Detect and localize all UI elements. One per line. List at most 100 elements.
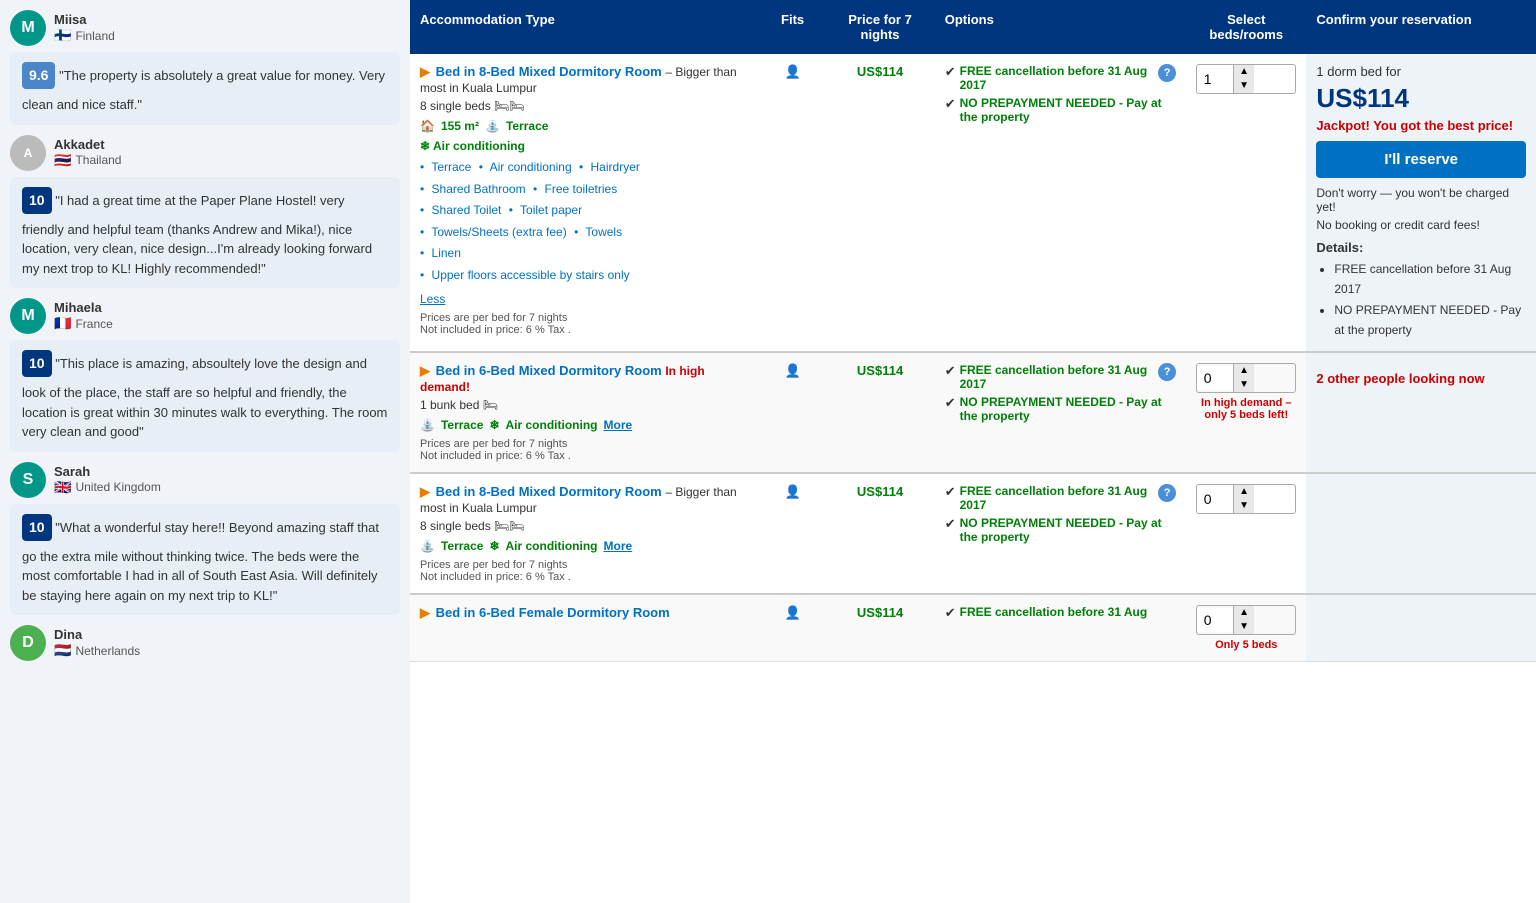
expand-arrow-icon-3[interactable]: ▶	[420, 484, 430, 499]
terrace-label-2: Terrace	[441, 418, 483, 432]
avatar-akkadet: A	[10, 135, 46, 171]
confirm-dorm-text: 1 dorm bed for	[1316, 64, 1526, 79]
qty-up-3[interactable]: ▲	[1234, 485, 1254, 499]
room-title-4: ▶ Bed in 6-Bed Female Dormitory Room	[420, 605, 750, 621]
flag-miisa: 🇫🇮	[54, 27, 71, 44]
price-cell-3: US$114	[825, 473, 934, 594]
check-icon-1-1: ✔	[945, 64, 956, 80]
select-cell-4: ▲ ▼ Only 5 beds	[1186, 594, 1306, 662]
expand-arrow-icon-4[interactable]: ▶	[420, 605, 430, 620]
aircon-icon-3: ❄	[489, 539, 499, 553]
fits-cell-4: 👤	[760, 594, 826, 662]
header-fits: Fits	[760, 0, 826, 54]
options-cell-1: ✔ FREE cancellation before 31 Aug 2017 ?…	[935, 54, 1186, 352]
terrace-label-1: Terrace	[506, 119, 548, 133]
help-icon-3-1[interactable]: ?	[1158, 484, 1176, 502]
reviewer-block-5: D Dina 🇳🇱 Netherlands	[10, 625, 400, 661]
qty-input-1[interactable]	[1197, 67, 1233, 91]
options-cell-4: ✔ FREE cancellation before 31 Aug	[935, 594, 1186, 662]
more-link-3[interactable]: More	[604, 539, 633, 553]
help-icon-2-1[interactable]: ?	[1158, 363, 1176, 381]
person-icon-1: 👤	[785, 64, 801, 79]
qty-area-1[interactable]: ▲ ▼	[1196, 64, 1296, 94]
tax-note-1: Not included in price: 6 % Tax .	[420, 324, 750, 336]
fits-cell-1: 👤	[760, 54, 826, 352]
tax-note-2: Not included in price: 6 % Tax .	[420, 450, 750, 462]
price-cell-1: US$114	[825, 54, 934, 352]
confirm-cell-3	[1306, 473, 1536, 594]
qty-input-4[interactable]	[1197, 608, 1233, 632]
room-beds-3: 8 single beds 🛏🛏	[420, 519, 750, 533]
flag-mihaela: 🇫🇷	[54, 315, 71, 332]
expand-arrow-icon-2[interactable]: ▶	[420, 363, 430, 378]
qty-area-3[interactable]: ▲ ▼	[1196, 484, 1296, 514]
qty-up-2[interactable]: ▲	[1234, 364, 1254, 378]
no-charge-text: Don't worry — you won't be charged yet!	[1316, 186, 1526, 214]
qty-down-1[interactable]: ▼	[1234, 79, 1254, 93]
qty-area-4[interactable]: ▲ ▼	[1196, 605, 1296, 635]
room-type-cell-4: ▶ Bed in 6-Bed Female Dormitory Room	[410, 594, 760, 662]
reviewer-name-sarah: Sarah	[54, 464, 161, 479]
terrace-icon-3: ⛲	[420, 539, 435, 553]
options-cell-3: ✔ FREE cancellation before 31 Aug 2017 ?…	[935, 473, 1186, 594]
qty-up-1[interactable]: ▲	[1234, 65, 1254, 79]
expand-arrow-icon-1[interactable]: ▶	[420, 64, 430, 79]
reserve-button[interactable]: I'll reserve	[1316, 141, 1526, 178]
score-badge-akkadet: 10	[22, 187, 52, 214]
room-link-2[interactable]: Bed in 6-Bed Mixed Dormitory Room	[436, 363, 662, 378]
check-icon-3-2: ✔	[945, 516, 956, 532]
select-cell-2: ▲ ▼ In high demand – only 5 beds left!	[1186, 352, 1306, 473]
aircon-icon-2: ❄	[489, 418, 499, 432]
room-link-1[interactable]: Bed in 8-Bed Mixed Dormitory Room	[436, 64, 662, 79]
room-title-1: ▶ Bed in 8-Bed Mixed Dormitory Room – Bi…	[420, 64, 750, 95]
room-type-cell-1: ▶ Bed in 8-Bed Mixed Dormitory Room – Bi…	[410, 54, 760, 352]
review-card-sarah: 10 "What a wonderful stay here!! Beyond …	[10, 504, 400, 616]
person-icon-2: 👤	[785, 363, 801, 378]
reviewer-block-3: M Mihaela 🇫🇷 France 10 "This place is am…	[10, 298, 400, 452]
qty-down-2[interactable]: ▼	[1234, 378, 1254, 392]
reviewer-country-dina: 🇳🇱 Netherlands	[54, 642, 140, 659]
room-meta-2: ⛲ Terrace ❄ Air conditioning More	[420, 418, 750, 432]
qty-down-3[interactable]: ▼	[1234, 499, 1254, 513]
main-content: Accommodation Type Fits Price for 7 nigh…	[410, 0, 1536, 903]
reviewer-block-2: A Akkadet 🇹🇭 Thailand 10 "I had a great …	[10, 135, 400, 289]
check-icon-4-1: ✔	[945, 605, 956, 621]
option-1-2: ✔ NO PREPAYMENT NEEDED - Pay at the prop…	[945, 96, 1176, 124]
review-text-sarah: "What a wonderful stay here!! Beyond ama…	[22, 520, 379, 603]
review-card-akkadet: 10 "I had a great time at the Paper Plan…	[10, 177, 400, 289]
help-icon-1-1[interactable]: ?	[1158, 64, 1176, 82]
room-link-3[interactable]: Bed in 8-Bed Mixed Dormitory Room	[436, 484, 662, 499]
qty-down-4[interactable]: ▼	[1234, 620, 1254, 634]
table-row: ▶ Bed in 8-Bed Mixed Dormitory Room – Bi…	[410, 473, 1536, 594]
reviewer-name-mihaela: Mihaela	[54, 300, 113, 315]
confirm-price: US$114	[1316, 83, 1526, 114]
booking-table: Accommodation Type Fits Price for 7 nigh…	[410, 0, 1536, 662]
reviewer-name-akkadet: Akkadet	[54, 137, 121, 152]
qty-input-2[interactable]	[1197, 366, 1233, 390]
qty-area-2[interactable]: ▲ ▼	[1196, 363, 1296, 393]
more-link-2[interactable]: More	[604, 418, 633, 432]
review-text-mihaela: "This place is amazing, absoultely love …	[22, 356, 387, 439]
qty-up-4[interactable]: ▲	[1234, 606, 1254, 620]
qty-arrows-1: ▲ ▼	[1233, 65, 1254, 93]
qty-input-3[interactable]	[1197, 487, 1233, 511]
looking-now-text: 2 other people looking now	[1316, 371, 1526, 386]
flag-sarah: 🇬🇧	[54, 479, 71, 496]
review-card-mihaela: 10 "This place is amazing, absoultely lo…	[10, 340, 400, 452]
option-4-1: ✔ FREE cancellation before 31 Aug	[945, 605, 1176, 621]
option-2-1: ✔ FREE cancellation before 31 Aug 2017 ?	[945, 363, 1176, 391]
reviewer-block-4: S Sarah 🇬🇧 United Kingdom 10 "What a won…	[10, 462, 400, 616]
less-link-1[interactable]: Less	[420, 291, 750, 306]
check-icon-2-1: ✔	[945, 363, 956, 379]
avatar-miisa: M	[10, 10, 46, 46]
price-note-1: Prices are per bed for 7 nights	[420, 312, 750, 324]
option-2-2: ✔ NO PREPAYMENT NEEDED - Pay at the prop…	[945, 395, 1176, 423]
confirm-cell-2: 2 other people looking now	[1306, 352, 1536, 473]
qty-arrows-2: ▲ ▼	[1233, 364, 1254, 392]
reviewer-country-akkadet: 🇹🇭 Thailand	[54, 152, 121, 169]
room-meta-3: ⛲ Terrace ❄ Air conditioning More	[420, 539, 750, 553]
flag-akkadet: 🇹🇭	[54, 152, 71, 169]
room-link-4[interactable]: Bed in 6-Bed Female Dormitory Room	[436, 605, 670, 620]
demand-note-2: In high demand – only 5 beds left!	[1196, 397, 1296, 421]
score-badge-miisa: 9.6	[22, 62, 55, 89]
